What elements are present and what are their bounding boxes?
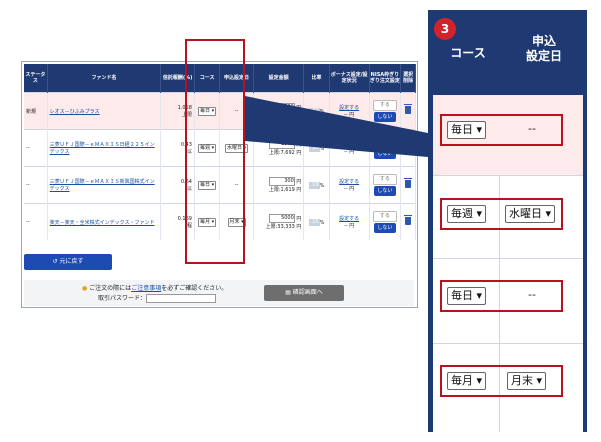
zoom-header-date: 申込 設定日 [525,34,562,63]
zoom-course-select[interactable]: 毎月 ▾ [447,372,487,390]
amount-limit: 上限:1,619 円 [268,187,302,193]
password-label: 取引パスワード： [98,295,147,302]
header-bonus: ボーナス設定/設定状況 [329,64,370,93]
ratio-pct: % [319,219,325,226]
back-button[interactable]: ↺ 元に戻す [24,254,112,270]
header-status: ステータス [24,64,48,93]
bonus-link[interactable]: 設定する [332,141,367,148]
bonus-sub: -- 円 [344,112,355,118]
fund-link[interactable]: 楽天－楽天・全米株式インデックス・ファンド [50,220,155,226]
nisa-off-button[interactable]: しない [373,148,396,159]
ratio-input[interactable]: 15 [308,218,320,226]
document-icon: ▤ [285,289,293,296]
ratio-input[interactable]: 31 [308,107,320,115]
bonus-sub: -- 円 [344,149,355,155]
zoom-course-select[interactable]: 毎週 ▾ [447,205,487,223]
notice-area: ● ご注文の際にはご注意事項を必ずご確認ください。 取引パスワード： ▤ 確認画… [24,280,414,306]
password-row: 取引パスワード： [98,293,217,303]
ratio-pct: % [319,145,325,152]
amount-input[interactable]: 300 [268,177,295,186]
zoom-date-empty: -- [528,122,536,135]
nisa-off-button[interactable]: しない [373,223,396,233]
amount-limit: 上限:33,333 円 [265,224,302,230]
nisa-on-button[interactable]: する [372,100,397,111]
zoom-date-select[interactable]: 水曜日 ▾ [505,205,556,223]
nisa-off-button[interactable]: しない [373,186,396,196]
amount-unit: 円 [296,179,302,185]
trash-icon[interactable] [404,141,413,151]
amount-input[interactable]: 500 [268,103,295,112]
ratio-pct: % [319,108,325,115]
nisa-off-button[interactable]: しない [373,112,396,122]
zoom-date-select[interactable]: 月末 ▾ [507,372,547,390]
amount-limit: 上限:1,619 円 [268,113,302,119]
header-delete: 選択削除 [400,64,416,93]
fund-link[interactable]: 三菱ＵＦＪ国際－ｅＭＡＸＩＳ新興国株式インデックス [50,179,155,192]
header-ratio: 比率 [303,64,330,93]
confirm-button[interactable]: ▤ 確認画面へ [264,285,344,301]
zoom-header-course: コース [450,46,486,60]
bonus-link[interactable]: 設定する [332,178,367,185]
notice-text: ● ご注文の際にはご注意事項を必ずご確認ください。 [82,285,228,292]
ratio-pct: % [319,182,325,189]
caution-link[interactable]: ご注意事項 [131,285,161,292]
nisa-on-button[interactable]: する [372,174,397,185]
ratio-input[interactable]: 33 [308,144,320,152]
step-badge: 3 [434,18,456,40]
amount-input[interactable]: 5000 [268,214,295,223]
amount-unit: 円 [296,216,302,222]
zoom-course-select[interactable]: 毎日 ▾ [447,121,487,139]
trash-icon[interactable] [404,215,413,225]
nisa-on-button[interactable]: する [372,211,397,222]
status-cell: 新規 [24,92,48,130]
password-input[interactable] [146,294,217,303]
amount-unit: 円 [296,142,302,148]
highlight-frame [185,39,245,264]
trash-icon[interactable] [404,104,413,114]
fund-link[interactable]: レオス－ひふみプラス [50,109,100,115]
header-fund: ファンド名 [47,64,162,93]
bonus-link[interactable]: 設定する [332,215,367,222]
zoom-date-empty: -- [528,288,536,301]
amount-input[interactable]: 2500 [268,140,295,149]
trash-icon[interactable] [404,178,413,188]
zoom-course-select[interactable]: 毎日 ▾ [447,287,487,305]
amount-unit: 円 [296,105,302,111]
bonus-sub: -- 円 [344,223,355,229]
amount-limit: 上限:7,692 円 [268,150,302,156]
status-cell: -- [24,166,48,204]
zoom-panel: コース 申込 設定日 毎日 ▾ -- 毎週 ▾ 水曜日 ▾ 毎日 ▾ -- 毎月… [428,10,587,432]
header-amount: 設定金額 [253,64,305,93]
info-icon: ● [82,285,88,292]
bonus-link[interactable]: 設定する [332,104,367,111]
status-cell: -- [24,129,48,167]
bonus-sub: -- 円 [344,186,355,192]
ratio-input[interactable]: 19 [308,181,320,189]
status-cell: -- [24,203,48,240]
header-nisa: NISA枠ぎりぎり注文設定 [369,64,402,93]
fund-link[interactable]: 三菱ＵＦＪ国際－ｅＭＡＸＩＳ日経２２５インデックス [50,142,155,155]
